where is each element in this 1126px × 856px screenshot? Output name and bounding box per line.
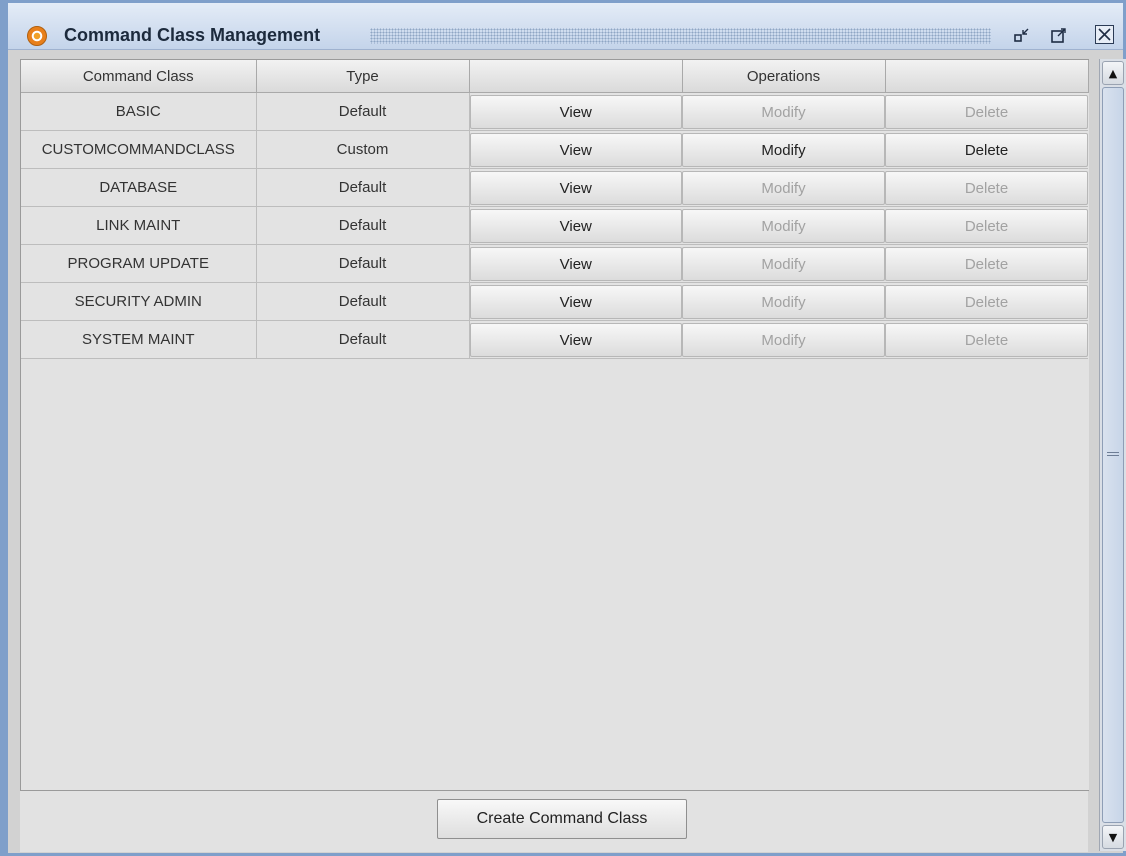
table-row[interactable]: SECURITY ADMIN Default View Modify Delete	[21, 282, 1088, 321]
modify-button[interactable]: Modify	[682, 285, 885, 319]
delete-button[interactable]: Delete	[885, 323, 1088, 357]
modify-button[interactable]: Modify	[682, 209, 885, 243]
command-class-management-window: Command Class Management Command Class T…	[0, 0, 1126, 856]
delete-cell: Delete	[885, 206, 1088, 245]
table-row[interactable]: LINK MAINT Default View Modify Delete	[21, 206, 1088, 245]
delete-cell: Delete	[885, 320, 1088, 359]
delete-button[interactable]: Delete	[885, 95, 1088, 129]
modify-cell: Modify	[682, 244, 885, 283]
table-header-row: Command Class Type Operations	[21, 60, 1089, 93]
view-cell: View	[469, 92, 682, 131]
command-class-type: Custom	[256, 130, 470, 169]
command-class-name: LINK MAINT	[21, 206, 257, 245]
modify-button[interactable]: Modify	[682, 247, 885, 281]
delete-button[interactable]: Delete	[885, 209, 1088, 243]
table-row[interactable]: CUSTOMCOMMANDCLASS Custom View Modify Delete	[21, 130, 1088, 169]
header-operations[interactable]: Operations	[682, 60, 886, 93]
view-button[interactable]: View	[469, 95, 682, 129]
delete-cell: Delete	[885, 130, 1088, 169]
modify-cell: Modify	[682, 282, 885, 321]
footer-bar: Create Command Class	[20, 790, 1088, 852]
header-delete[interactable]	[885, 60, 1089, 93]
minimize-icon[interactable]	[1012, 25, 1032, 45]
maximize-icon[interactable]	[1049, 25, 1069, 45]
table-row[interactable]: BASIC Default View Modify Delete	[21, 92, 1088, 131]
table-row[interactable]: PROGRAM UPDATE Default View Modify Delete	[21, 244, 1088, 283]
title-bar[interactable]: Command Class Management	[8, 3, 1123, 50]
header-type[interactable]: Type	[256, 60, 470, 93]
title-bar-grip	[370, 28, 991, 44]
view-button[interactable]: View	[469, 209, 682, 243]
command-class-name: DATABASE	[21, 168, 257, 207]
view-button[interactable]: View	[469, 133, 682, 167]
delete-button[interactable]: Delete	[885, 171, 1088, 205]
command-class-name: SECURITY ADMIN	[21, 282, 257, 321]
view-button[interactable]: View	[469, 247, 682, 281]
table-row[interactable]: SYSTEM MAINT Default View Modify Delete	[21, 320, 1088, 359]
scroll-up-icon[interactable]: ▲	[1102, 61, 1124, 85]
command-class-name: BASIC	[21, 92, 257, 131]
create-command-class-button[interactable]: Create Command Class	[437, 799, 687, 839]
view-cell: View	[469, 320, 682, 359]
header-view[interactable]	[469, 60, 683, 93]
view-cell: View	[469, 168, 682, 207]
command-class-table: Command Class Type Operations BASIC Defau…	[21, 60, 1089, 359]
delete-cell: Delete	[885, 244, 1088, 283]
command-class-name: CUSTOMCOMMANDCLASS	[21, 130, 257, 169]
modify-button[interactable]: Modify	[682, 171, 885, 205]
modify-cell: Modify	[682, 320, 885, 359]
modify-button[interactable]: Modify	[682, 133, 885, 167]
command-class-type: Default	[256, 244, 470, 283]
close-icon[interactable]	[1095, 25, 1114, 44]
delete-cell: Delete	[885, 168, 1088, 207]
modify-button[interactable]: Modify	[682, 95, 885, 129]
view-button[interactable]: View	[469, 171, 682, 205]
table-viewport: Command Class Type Operations BASIC Defau…	[20, 59, 1089, 791]
view-button[interactable]: View	[469, 323, 682, 357]
header-command-class[interactable]: Command Class	[21, 60, 257, 93]
command-class-type: Default	[256, 206, 470, 245]
modify-cell: Modify	[682, 92, 885, 131]
delete-cell: Delete	[885, 282, 1088, 321]
delete-cell: Delete	[885, 92, 1088, 131]
command-class-name: PROGRAM UPDATE	[21, 244, 257, 283]
view-cell: View	[469, 206, 682, 245]
delete-button[interactable]: Delete	[885, 247, 1088, 281]
scroll-thumb[interactable]	[1102, 87, 1124, 823]
table-row[interactable]: DATABASE Default View Modify Delete	[21, 168, 1088, 207]
app-icon	[27, 26, 47, 46]
view-cell: View	[469, 244, 682, 283]
view-cell: View	[469, 282, 682, 321]
modify-cell: Modify	[682, 130, 885, 169]
modify-cell: Modify	[682, 168, 885, 207]
command-class-type: Default	[256, 320, 470, 359]
scroll-down-icon[interactable]: ▼	[1102, 825, 1124, 849]
command-class-name: SYSTEM MAINT	[21, 320, 257, 359]
modify-cell: Modify	[682, 206, 885, 245]
vertical-scrollbar[interactable]: ▲ ▼	[1099, 59, 1126, 851]
view-button[interactable]: View	[469, 285, 682, 319]
modify-button[interactable]: Modify	[682, 323, 885, 357]
grip-icon	[1107, 452, 1119, 458]
delete-button[interactable]: Delete	[885, 133, 1088, 167]
view-cell: View	[469, 130, 682, 169]
command-class-type: Default	[256, 168, 470, 207]
command-class-type: Default	[256, 282, 470, 321]
window-title: Command Class Management	[64, 25, 321, 45]
command-class-type: Default	[256, 92, 470, 131]
delete-button[interactable]: Delete	[885, 285, 1088, 319]
